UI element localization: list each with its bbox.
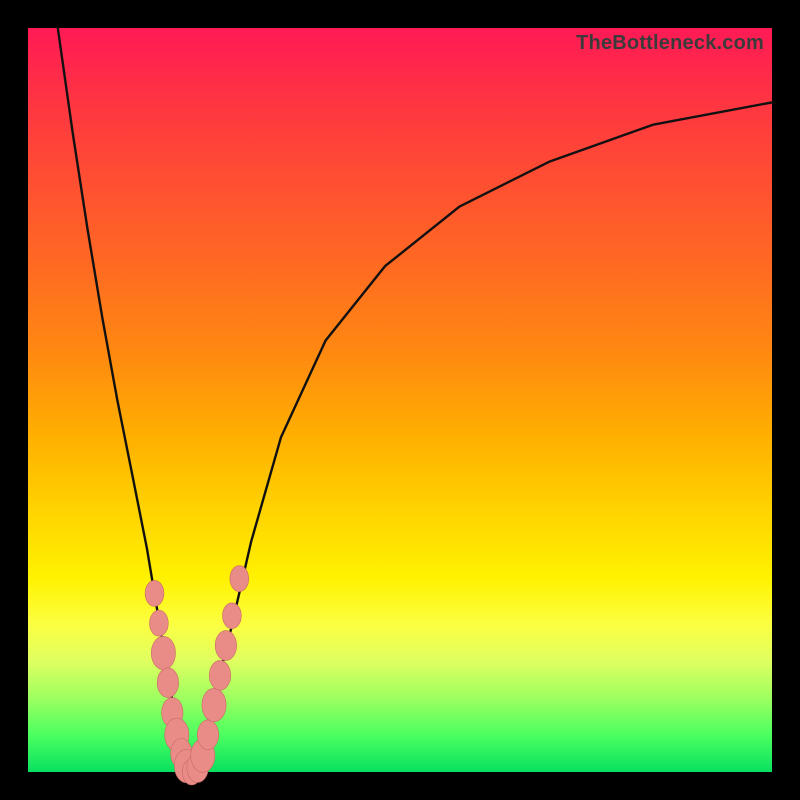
chart-frame: TheBottleneck.com (0, 0, 800, 800)
marker-dot (151, 636, 175, 669)
marker-dot (187, 753, 208, 783)
marker-dot (165, 718, 189, 751)
marker-dot (209, 660, 230, 690)
curve-curve-left (58, 28, 192, 772)
marker-dot (215, 631, 236, 661)
marker-dot (174, 749, 198, 782)
marker-dot (171, 739, 192, 769)
marker-dot (145, 580, 164, 606)
marker-dot (223, 603, 242, 629)
marker-dot (202, 688, 226, 721)
marker-dot (150, 610, 169, 636)
plot-area: TheBottleneck.com (28, 28, 772, 772)
marker-dot (162, 698, 183, 728)
marker-dot (197, 720, 218, 750)
watermark-text: TheBottleneck.com (576, 32, 764, 55)
curve-curve-right (192, 102, 772, 772)
marker-dot (191, 739, 215, 772)
marker-dot (182, 759, 201, 785)
marker-dot (157, 668, 178, 698)
marker-dot (230, 566, 249, 592)
curve-layer (28, 28, 772, 772)
